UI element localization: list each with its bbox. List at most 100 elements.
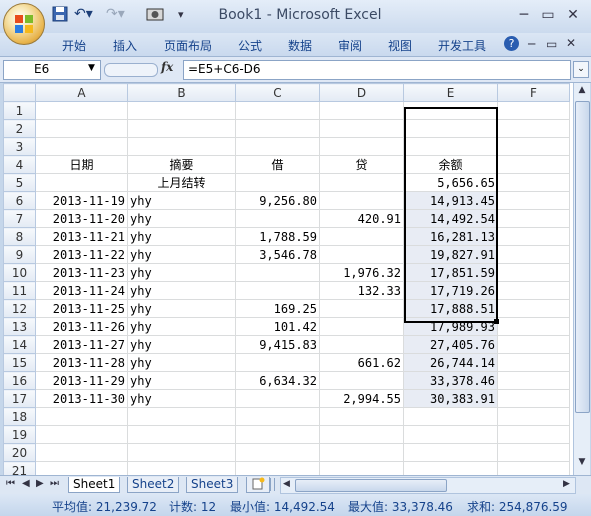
minimize-window-icon[interactable]: ─ [528,37,535,51]
row-header[interactable]: 21 [3,461,36,475]
cell[interactable]: 2013-11-24 [35,281,128,300]
cell[interactable] [497,443,570,462]
cell[interactable]: yhy [127,335,236,354]
cell[interactable] [127,101,236,120]
cell[interactable]: 1,788.59 [235,227,320,246]
cell[interactable] [35,101,128,120]
row-header[interactable]: 15 [3,353,36,372]
scroll-down-icon[interactable]: ▼ [575,457,589,471]
cell[interactable] [497,101,570,120]
cell[interactable] [319,137,404,156]
cell[interactable] [127,407,236,426]
office-button[interactable] [3,3,45,45]
last-sheet-icon[interactable]: ⏭ [50,478,59,489]
cell[interactable] [497,137,570,156]
cell[interactable] [319,335,404,354]
cell[interactable] [497,299,570,318]
column-header-d[interactable]: D [319,83,404,102]
cell[interactable]: 2013-11-23 [35,263,128,282]
cell[interactable] [319,371,404,390]
cell[interactable] [235,461,320,475]
cell[interactable]: 2013-11-27 [35,335,128,354]
cell[interactable] [235,101,320,120]
fx-icon[interactable]: fx [161,60,173,74]
cell[interactable] [319,173,404,192]
row-header[interactable]: 1 [3,101,36,120]
cell[interactable] [235,119,320,138]
cell[interactable] [497,335,570,354]
next-sheet-icon[interactable]: ▶ [36,478,44,489]
row-header[interactable]: 3 [3,137,36,156]
save-icon[interactable] [52,6,68,26]
cell[interactable]: yhy [127,263,236,282]
cell[interactable] [35,119,128,138]
name-box[interactable]: E6 ▼ [3,60,101,80]
row-header[interactable]: 4 [3,155,36,174]
cell[interactable]: yhy [127,317,236,336]
cell[interactable]: 132.33 [319,281,404,300]
cell[interactable] [319,245,404,264]
cell[interactable] [497,353,570,372]
horizontal-scroll-thumb[interactable] [295,479,447,492]
row-header[interactable]: 12 [3,299,36,318]
close-icon[interactable]: ✕ [562,6,584,24]
cell[interactable] [497,119,570,138]
row-header[interactable]: 18 [3,407,36,426]
cell[interactable]: yhy [127,371,236,390]
cell[interactable] [497,209,570,228]
cell[interactable] [403,443,498,462]
cell[interactable]: 2013-11-26 [35,317,128,336]
cell[interactable] [497,173,570,192]
cell[interactable]: 661.62 [319,353,404,372]
row-header[interactable]: 2 [3,119,36,138]
scroll-right-icon[interactable]: ▶ [563,479,570,489]
column-header-f[interactable]: F [497,83,570,102]
redo-icon[interactable]: ↷▾ [106,6,125,26]
fill-handle[interactable] [494,319,499,324]
cell[interactable]: 借 [235,155,320,174]
cell[interactable] [497,155,570,174]
cell[interactable]: 贷 [319,155,404,174]
cell[interactable]: 2013-11-21 [35,227,128,246]
cell[interactable]: yhy [127,353,236,372]
cell[interactable] [497,425,570,444]
cell[interactable]: yhy [127,281,236,300]
cell[interactable]: 9,256.80 [235,191,320,210]
tab-page-layout[interactable]: 页面布局 [164,37,212,54]
cell[interactable] [319,443,404,462]
cell[interactable] [235,389,320,408]
cell[interactable]: 2013-11-22 [35,245,128,264]
tab-insert[interactable]: 插入 [113,37,137,54]
cell[interactable] [497,191,570,210]
column-header-b[interactable]: B [127,83,236,102]
column-header-e[interactable]: E [403,83,498,102]
cell[interactable] [235,425,320,444]
row-header[interactable]: 11 [3,281,36,300]
cell[interactable] [497,407,570,426]
row-header[interactable]: 9 [3,245,36,264]
cell[interactable] [35,407,128,426]
cell[interactable] [35,173,128,192]
sheet-tab-3[interactable]: Sheet3 [186,477,239,493]
scroll-left-icon[interactable]: ◀ [283,479,290,489]
cell[interactable]: 摘要 [127,155,236,174]
cell[interactable]: 101.42 [235,317,320,336]
row-header[interactable]: 17 [3,389,36,408]
cell[interactable] [319,407,404,426]
cell[interactable] [319,461,404,475]
cell[interactable] [319,425,404,444]
column-header-a[interactable]: A [35,83,128,102]
cell[interactable]: 上月结转 [127,173,236,192]
row-header[interactable]: 7 [3,209,36,228]
cell[interactable] [319,299,404,318]
cell[interactable]: 33,378.46 [403,371,498,390]
customize-qat-icon[interactable]: ▾ [178,8,184,28]
restore-window-icon[interactable]: ▭ [546,37,557,51]
restore-icon[interactable]: ▭ [537,6,559,24]
cell[interactable]: yhy [127,299,236,318]
column-header-c[interactable]: C [235,83,320,102]
cell[interactable] [319,191,404,210]
cell[interactable] [403,425,498,444]
tab-view[interactable]: 视图 [388,37,412,54]
row-header[interactable]: 20 [3,443,36,462]
